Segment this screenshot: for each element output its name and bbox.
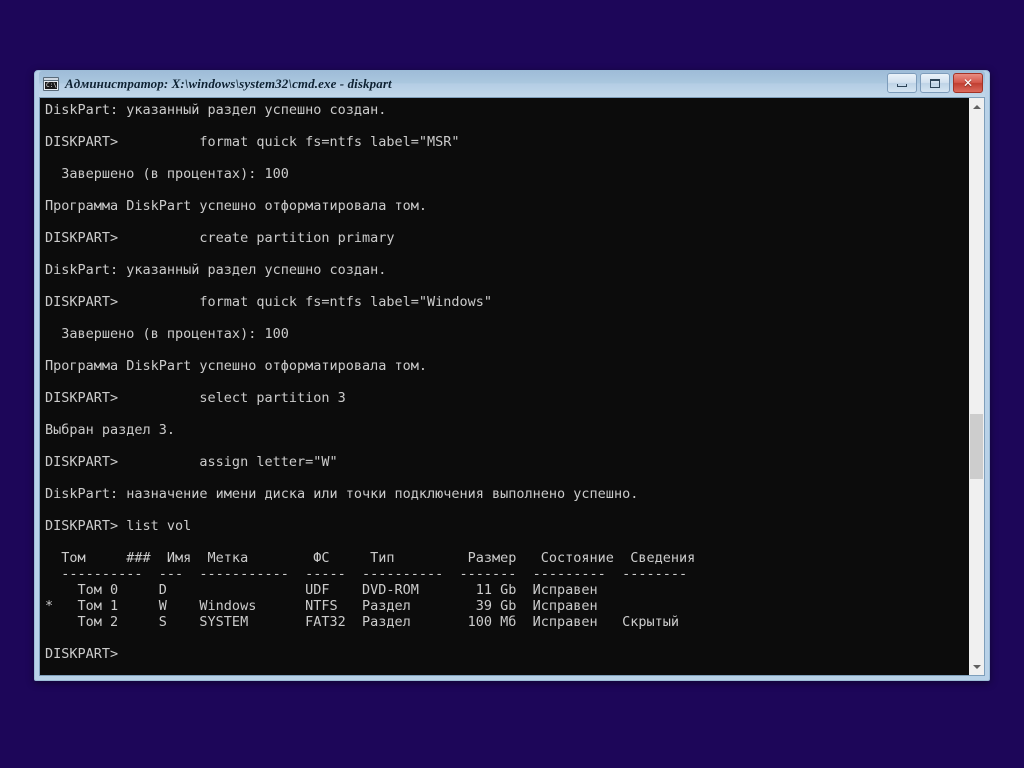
close-button[interactable]: ✕ bbox=[953, 73, 983, 93]
console-line: DISKPART> format quick fs=ntfs label="Wi… bbox=[45, 294, 493, 310]
console-line: ---------- --- ----------- ----- -------… bbox=[45, 566, 688, 582]
console-area[interactable]: DiskPart: указанный раздел успешно созда… bbox=[39, 97, 985, 676]
cmd-window[interactable]: C:\ Администратор: X:\windows\system32\c… bbox=[34, 70, 990, 681]
console-line: Выбран раздел 3. bbox=[45, 422, 176, 438]
console-line: Программа DiskPart успешно отформатирова… bbox=[45, 358, 428, 374]
console-line: Том 2 S SYSTEM FAT32 Раздел 100 Мб Испра… bbox=[45, 614, 679, 630]
console-line: Том 0 D UDF DVD-ROM 11 Gb Исправен bbox=[45, 582, 598, 598]
console-line: Том ### Имя Метка ФС Тип Размер Состояни… bbox=[45, 550, 696, 566]
console-line: DiskPart: указанный раздел успешно созда… bbox=[45, 102, 387, 118]
console-line: * Том 1 W Windows NTFS Раздел 39 Gb Испр… bbox=[45, 598, 598, 614]
console-line: DISKPART> assign letter="W" bbox=[45, 454, 338, 470]
cmd-console-icon: C:\ bbox=[43, 77, 59, 91]
minimize-button[interactable] bbox=[887, 73, 917, 93]
scrollbar-thumb[interactable] bbox=[970, 413, 983, 479]
scroll-down-button[interactable] bbox=[969, 658, 984, 675]
console-line: DISKPART> list vol bbox=[45, 518, 192, 534]
close-icon: ✕ bbox=[962, 76, 974, 90]
console-line: DiskPart: назначение имени диска или точ… bbox=[45, 486, 639, 502]
console-output[interactable]: DiskPart: указанный раздел успешно созда… bbox=[40, 98, 968, 675]
console-line: Завершено (в процентах): 100 bbox=[45, 326, 289, 342]
maximize-button[interactable] bbox=[920, 73, 950, 93]
scroll-up-button[interactable] bbox=[969, 98, 984, 115]
icon-titlebar-stripe bbox=[44, 78, 58, 81]
minimize-icon bbox=[897, 84, 907, 87]
console-line: Завершено (в процентах): 100 bbox=[45, 166, 289, 182]
console-line: DISKPART> create partition primary bbox=[45, 230, 395, 246]
chevron-down-icon bbox=[972, 664, 981, 669]
icon-screen-text: C:\ bbox=[45, 82, 57, 89]
window-titlebar[interactable]: C:\ Администратор: X:\windows\system32\c… bbox=[39, 71, 985, 97]
window-title: Администратор: X:\windows\system32\cmd.e… bbox=[65, 76, 392, 91]
chevron-up-icon bbox=[972, 104, 981, 109]
window-controls: ✕ bbox=[887, 73, 983, 93]
scrollbar-track[interactable] bbox=[969, 115, 984, 658]
console-line: DiskPart: указанный раздел успешно созда… bbox=[45, 262, 387, 278]
console-line: DISKPART> select partition 3 bbox=[45, 390, 346, 406]
console-line: DISKPART> format quick fs=ntfs label="MS… bbox=[45, 134, 460, 150]
console-line: Программа DiskPart успешно отформатирова… bbox=[45, 198, 428, 214]
console-line: DISKPART> bbox=[45, 646, 119, 662]
maximize-icon bbox=[930, 78, 940, 88]
console-scrollbar[interactable] bbox=[968, 98, 984, 675]
